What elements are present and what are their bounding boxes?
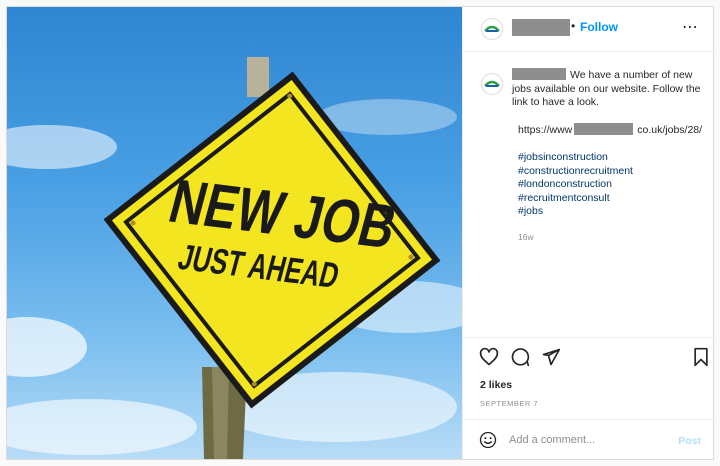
hashtag[interactable]: #constructionrecruitment — [518, 165, 633, 179]
save-bookmark-icon[interactable] — [692, 347, 710, 367]
post-sidebar: • Follow ⋯ We have a number of new jobs … — [462, 7, 713, 459]
comment-input[interactable] — [509, 434, 659, 446]
like-count[interactable]: 2 likes — [480, 379, 512, 391]
more-options-icon[interactable]: ⋯ — [682, 17, 699, 37]
follow-button[interactable]: Follow — [580, 20, 618, 34]
hashtag[interactable]: #londonconstruction — [518, 178, 633, 192]
hashtag-list: #jobsinconstruction #constructionrecruit… — [518, 151, 633, 219]
post-dialog: NEW JOB JUST AHEAD • Follow ⋯ We have a … — [6, 6, 714, 460]
avatar[interactable] — [481, 18, 503, 40]
company-logo-icon — [484, 25, 500, 32]
company-logo-icon — [484, 80, 500, 87]
post-comment-button[interactable]: Post — [678, 435, 701, 447]
hashtag[interactable]: #jobs — [518, 205, 633, 219]
post-age: 16w — [518, 232, 534, 242]
separator-dot: • — [571, 19, 576, 33]
post-caption: We have a number of new jobs available o… — [512, 68, 708, 137]
emoji-icon[interactable] — [479, 431, 497, 449]
link-prefix: https://www — [518, 123, 573, 136]
caption-link[interactable]: https://www co.uk/jobs/28/ — [518, 122, 708, 138]
like-heart-icon[interactable] — [479, 347, 499, 367]
caption-avatar[interactable] — [481, 73, 503, 95]
link-domain-redacted — [574, 122, 634, 135]
share-send-icon[interactable] — [541, 347, 561, 367]
caption-username-redacted[interactable] — [512, 68, 566, 80]
link-suffix: co.uk/jobs/28/ — [637, 123, 703, 136]
post-date: SEPTEMBER 7 — [480, 399, 539, 408]
road-sign-image: NEW JOB JUST AHEAD — [7, 57, 462, 459]
post-image: NEW JOB JUST AHEAD — [7, 7, 462, 459]
comment-bubble-icon[interactable] — [510, 347, 530, 367]
comment-bar: Post — [463, 419, 713, 460]
hashtag[interactable]: #recruitmentconsult — [518, 192, 633, 206]
actions-divider — [463, 337, 713, 339]
hashtag[interactable]: #jobsinconstruction — [518, 151, 633, 165]
username-redacted[interactable] — [512, 19, 570, 36]
post-header: • Follow ⋯ — [463, 7, 713, 52]
